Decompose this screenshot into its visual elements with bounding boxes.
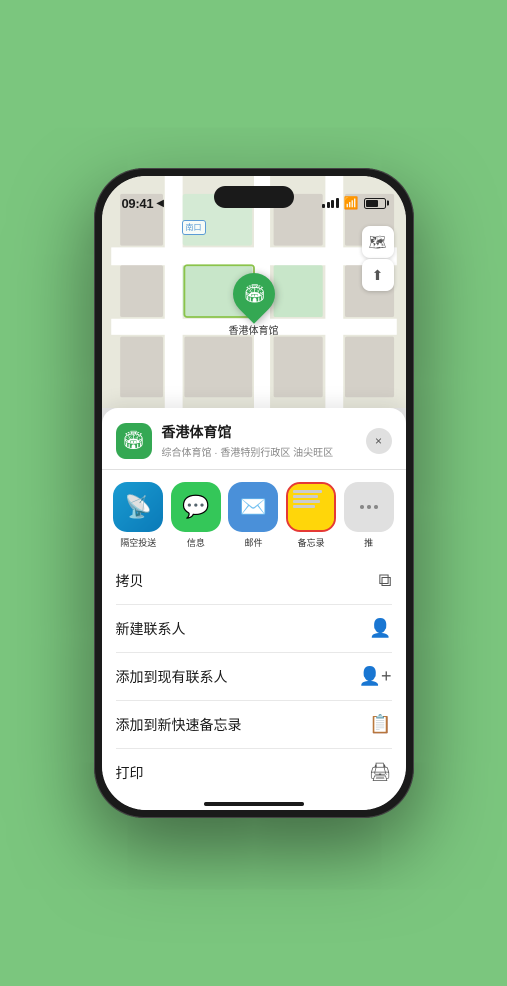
venue-subtitle: 综合体育馆 · 香港特别行政区 油尖旺区: [162, 444, 366, 459]
location-button[interactable]: ⬆: [362, 259, 394, 291]
signal-bar-2: [327, 202, 330, 208]
mail-label: 邮件: [244, 536, 262, 549]
print-icon: 🖨: [369, 762, 392, 783]
bottom-sheet: 🏟 香港体育馆 综合体育馆 · 香港特别行政区 油尖旺区 × 📡 隔空投送: [102, 408, 406, 810]
phone-frame: 09:41 ◀ 📶: [94, 168, 414, 818]
signal-bars: [322, 198, 339, 208]
action-copy[interactable]: 拷贝 ⧉: [116, 557, 392, 605]
status-time: 09:41: [122, 196, 154, 211]
dot-1: [360, 505, 364, 509]
signal-bar-4: [336, 198, 339, 208]
dots-container: [360, 505, 378, 509]
more-dots: [344, 482, 394, 532]
action-new-contact[interactable]: 新建联系人 👤: [116, 605, 392, 653]
venue-info: 香港体育馆 综合体育馆 · 香港特别行政区 油尖旺区: [162, 422, 366, 459]
dot-3: [374, 505, 378, 509]
airdrop-label: 隔空投送: [120, 536, 156, 549]
note-icon: 📋: [369, 714, 391, 735]
map-pin[interactable]: 🏟 香港体育馆: [229, 273, 279, 337]
more-label: 推: [364, 536, 373, 549]
action-list: 拷贝 ⧉ 新建联系人 👤 添加到现有联系人 👤+ 添加到新快速备忘录 📋: [102, 557, 406, 796]
print-label: 打印: [116, 763, 144, 783]
sheet-header: 🏟 香港体育馆 综合体育馆 · 香港特别行政区 油尖旺区 ×: [102, 408, 406, 470]
share-notes[interactable]: 备忘录: [284, 482, 338, 549]
note-line-4: [293, 505, 315, 508]
airdrop-icon: 📡: [113, 482, 163, 532]
dot-2: [367, 505, 371, 509]
note-line-2: [293, 495, 318, 498]
close-button[interactable]: ×: [366, 428, 392, 454]
share-mail[interactable]: ✉️ 邮件: [227, 482, 281, 549]
phone-screen: 09:41 ◀ 📶: [102, 176, 406, 810]
venue-pin-icon: 🏟: [242, 284, 265, 305]
location-icon: ◀: [156, 198, 164, 209]
signal-bar-3: [331, 200, 334, 208]
battery-icon: [364, 198, 386, 209]
home-indicator: [102, 796, 406, 810]
wifi-icon: 📶: [344, 196, 359, 210]
share-row: 📡 隔空投送 💬 信息 ✉️ 邮件: [102, 470, 406, 557]
new-contact-label: 新建联系人: [116, 619, 186, 639]
mail-icon: ✉️: [228, 482, 278, 532]
add-existing-label: 添加到现有联系人: [116, 667, 228, 687]
share-messages[interactable]: 💬 信息: [169, 482, 223, 549]
location-icon: ⬆: [372, 267, 384, 284]
messages-icon: 💬: [171, 482, 221, 532]
venue-emoji: 🏟: [122, 430, 145, 451]
notes-label: 备忘录: [298, 536, 325, 549]
quick-note-label: 添加到新快速备忘录: [116, 715, 242, 735]
person-add-icon: 👤+: [359, 666, 392, 687]
mail-symbol: ✉️: [240, 494, 267, 520]
map-type-button[interactable]: 🗺: [362, 226, 394, 258]
messages-label: 信息: [187, 536, 205, 549]
signal-bar-1: [322, 204, 325, 208]
map-controls: 🗺 ⬆: [362, 226, 394, 291]
action-add-quick-note[interactable]: 添加到新快速备忘录 📋: [116, 701, 392, 749]
action-add-existing-contact[interactable]: 添加到现有联系人 👤+: [116, 653, 392, 701]
action-print[interactable]: 打印 🖨: [116, 749, 392, 796]
person-icon: 👤: [369, 618, 391, 639]
messages-symbol: 💬: [182, 494, 209, 520]
airdrop-symbol: 📡: [125, 494, 152, 520]
venue-icon: 🏟: [116, 423, 152, 459]
map-label: 南口: [182, 220, 206, 235]
dynamic-island: [214, 186, 294, 208]
share-more[interactable]: 推: [342, 482, 396, 549]
venue-name: 香港体育馆: [162, 422, 366, 442]
notes-inner: [288, 484, 334, 530]
home-bar: [204, 802, 304, 806]
note-line-3: [293, 500, 320, 503]
status-icons: 📶: [322, 196, 385, 210]
copy-icon: ⧉: [379, 570, 392, 591]
map-pin-circle: 🏟: [224, 265, 283, 324]
copy-label: 拷贝: [116, 571, 144, 591]
share-airdrop[interactable]: 📡 隔空投送: [112, 482, 166, 549]
notes-icon: [286, 482, 336, 532]
battery-fill: [366, 200, 379, 207]
map-icon: 🗺: [369, 234, 387, 251]
note-line-1: [293, 490, 322, 493]
map-pin-label: 香港体育馆: [229, 322, 279, 337]
